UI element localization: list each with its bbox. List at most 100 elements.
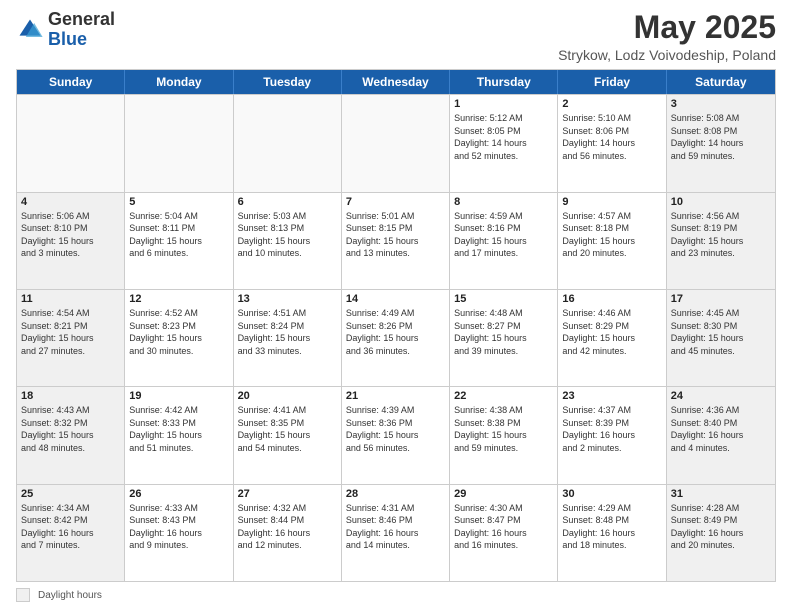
day-number: 14 xyxy=(346,293,445,305)
cal-header-friday: Friday xyxy=(558,70,666,94)
calendar-week-3: 11Sunrise: 4:54 AM Sunset: 8:21 PM Dayli… xyxy=(17,289,775,386)
cal-cell-9: 9 Sunrise: 4:57 AM Sunset: 8:18 PM Daylig… xyxy=(558,193,666,289)
day-number: 15 xyxy=(454,293,553,305)
logo: General Blue xyxy=(16,10,115,50)
cell-info: Sunrise: 4:31 AM Sunset: 8:46 PM Dayligh… xyxy=(346,502,445,552)
cal-cell-10: 10 Sunrise: 4:56 AM Sunset: 8:19 PM Dayli… xyxy=(667,193,775,289)
cal-cell-16: 16 Sunrise: 4:46 AM Sunset: 8:29 PM Dayli… xyxy=(558,290,666,386)
cal-cell-26: 26Sunrise: 4:33 AM Sunset: 8:43 PM Dayli… xyxy=(125,485,233,581)
logo-text: General Blue xyxy=(48,10,115,50)
cal-header-thursday: Thursday xyxy=(450,70,558,94)
day-number: 9 xyxy=(562,196,661,208)
day-number: 8 xyxy=(454,196,553,208)
header: General Blue May 2025 Strykow, Lodz Voiv… xyxy=(16,10,776,63)
day-number: 21 xyxy=(346,390,445,402)
cal-cell-8: 8 Sunrise: 4:59 AM Sunset: 8:16 PM Daylig… xyxy=(450,193,558,289)
cal-cell-29: 29Sunrise: 4:30 AM Sunset: 8:47 PM Dayli… xyxy=(450,485,558,581)
calendar-week-4: 18Sunrise: 4:43 AM Sunset: 8:32 PM Dayli… xyxy=(17,386,775,483)
calendar-week-1: 1 Sunrise: 5:12 AM Sunset: 8:05 PM Daylig… xyxy=(17,94,775,191)
cal-header-sunday: Sunday xyxy=(17,70,125,94)
day-number: 12 xyxy=(129,293,228,305)
day-number: 20 xyxy=(238,390,337,402)
day-number: 4 xyxy=(21,196,120,208)
cell-info: Sunrise: 4:46 AM Sunset: 8:29 PM Dayligh… xyxy=(562,307,661,357)
day-number: 10 xyxy=(671,196,771,208)
logo-general-text: General xyxy=(48,9,115,29)
cell-info: Sunrise: 4:28 AM Sunset: 8:49 PM Dayligh… xyxy=(671,502,771,552)
footer: Daylight hours xyxy=(16,588,776,602)
cell-info: Sunrise: 5:12 AM Sunset: 8:05 PM Dayligh… xyxy=(454,112,553,162)
cell-info: Sunrise: 5:01 AM Sunset: 8:15 PM Dayligh… xyxy=(346,210,445,260)
cell-info: Sunrise: 4:33 AM Sunset: 8:43 PM Dayligh… xyxy=(129,502,228,552)
day-number: 28 xyxy=(346,488,445,500)
day-number: 23 xyxy=(562,390,661,402)
cal-cell-5: 5 Sunrise: 5:04 AM Sunset: 8:11 PM Daylig… xyxy=(125,193,233,289)
day-number: 24 xyxy=(671,390,771,402)
calendar-header-row: SundayMondayTuesdayWednesdayThursdayFrid… xyxy=(17,70,775,94)
cal-cell-28: 28 Sunrise: 4:31 AM Sunset: 8:46 PM Dayli… xyxy=(342,485,450,581)
day-number: 3 xyxy=(671,98,771,110)
cal-cell-30: 30 Sunrise: 4:29 AM Sunset: 8:48 PM Dayli… xyxy=(558,485,666,581)
cal-cell-7: 7 Sunrise: 5:01 AM Sunset: 8:15 PM Daylig… xyxy=(342,193,450,289)
day-number: 7 xyxy=(346,196,445,208)
logo-blue-text: Blue xyxy=(48,29,87,49)
cell-info: Sunrise: 4:49 AM Sunset: 8:26 PM Dayligh… xyxy=(346,307,445,357)
cell-info: Sunrise: 4:34 AM Sunset: 8:42 PM Dayligh… xyxy=(21,502,120,552)
day-number: 6 xyxy=(238,196,337,208)
cell-info: Sunrise: 4:51 AM Sunset: 8:24 PM Dayligh… xyxy=(238,307,337,357)
day-number: 1 xyxy=(454,98,553,110)
cell-info: Sunrise: 4:29 AM Sunset: 8:48 PM Dayligh… xyxy=(562,502,661,552)
cal-header-monday: Monday xyxy=(125,70,233,94)
calendar-week-5: 25 Sunrise: 4:34 AM Sunset: 8:42 PM Dayli… xyxy=(17,484,775,581)
cal-cell-12: 12Sunrise: 4:52 AM Sunset: 8:23 PM Dayli… xyxy=(125,290,233,386)
cell-info: Sunrise: 4:37 AM Sunset: 8:39 PM Dayligh… xyxy=(562,404,661,454)
cell-info: Sunrise: 4:42 AM Sunset: 8:33 PM Dayligh… xyxy=(129,404,228,454)
cell-info: Sunrise: 4:59 AM Sunset: 8:16 PM Dayligh… xyxy=(454,210,553,260)
day-number: 13 xyxy=(238,293,337,305)
cal-cell-1: 1 Sunrise: 5:12 AM Sunset: 8:05 PM Daylig… xyxy=(450,95,558,191)
cal-cell-27: 27Sunrise: 4:32 AM Sunset: 8:44 PM Dayli… xyxy=(234,485,342,581)
title-block: May 2025 Strykow, Lodz Voivodeship, Pola… xyxy=(558,10,776,63)
cell-info: Sunrise: 4:41 AM Sunset: 8:35 PM Dayligh… xyxy=(238,404,337,454)
day-number: 18 xyxy=(21,390,120,402)
cal-cell-17: 17Sunrise: 4:45 AM Sunset: 8:30 PM Dayli… xyxy=(667,290,775,386)
day-number: 19 xyxy=(129,390,228,402)
cal-cell-31: 31 Sunrise: 4:28 AM Sunset: 8:49 PM Dayli… xyxy=(667,485,775,581)
cal-cell-empty-0-0 xyxy=(17,95,125,191)
day-number: 16 xyxy=(562,293,661,305)
cal-cell-empty-0-2 xyxy=(234,95,342,191)
cal-cell-3: 3 Sunrise: 5:08 AM Sunset: 8:08 PM Daylig… xyxy=(667,95,775,191)
daylight-label: Daylight hours xyxy=(38,590,102,601)
day-number: 30 xyxy=(562,488,661,500)
day-number: 29 xyxy=(454,488,553,500)
cell-info: Sunrise: 4:57 AM Sunset: 8:18 PM Dayligh… xyxy=(562,210,661,260)
cell-info: Sunrise: 5:10 AM Sunset: 8:06 PM Dayligh… xyxy=(562,112,661,162)
cell-info: Sunrise: 5:08 AM Sunset: 8:08 PM Dayligh… xyxy=(671,112,771,162)
cell-info: Sunrise: 5:03 AM Sunset: 8:13 PM Dayligh… xyxy=(238,210,337,260)
day-number: 25 xyxy=(21,488,120,500)
cal-cell-2: 2 Sunrise: 5:10 AM Sunset: 8:06 PM Daylig… xyxy=(558,95,666,191)
day-number: 31 xyxy=(671,488,771,500)
day-number: 2 xyxy=(562,98,661,110)
day-number: 27 xyxy=(238,488,337,500)
cell-info: Sunrise: 4:38 AM Sunset: 8:38 PM Dayligh… xyxy=(454,404,553,454)
cell-info: Sunrise: 5:04 AM Sunset: 8:11 PM Dayligh… xyxy=(129,210,228,260)
cal-cell-23: 23 Sunrise: 4:37 AM Sunset: 8:39 PM Dayli… xyxy=(558,387,666,483)
cell-info: Sunrise: 4:56 AM Sunset: 8:19 PM Dayligh… xyxy=(671,210,771,260)
day-number: 22 xyxy=(454,390,553,402)
cell-info: Sunrise: 4:39 AM Sunset: 8:36 PM Dayligh… xyxy=(346,404,445,454)
cal-cell-13: 13 Sunrise: 4:51 AM Sunset: 8:24 PM Dayli… xyxy=(234,290,342,386)
cal-header-wednesday: Wednesday xyxy=(342,70,450,94)
cal-cell-empty-0-1 xyxy=(125,95,233,191)
cal-cell-21: 21 Sunrise: 4:39 AM Sunset: 8:36 PM Dayli… xyxy=(342,387,450,483)
cal-header-saturday: Saturday xyxy=(667,70,775,94)
cell-info: Sunrise: 4:54 AM Sunset: 8:21 PM Dayligh… xyxy=(21,307,120,357)
cell-info: Sunrise: 4:36 AM Sunset: 8:40 PM Dayligh… xyxy=(671,404,771,454)
month-title: May 2025 xyxy=(558,10,776,45)
cal-cell-19: 19 Sunrise: 4:42 AM Sunset: 8:33 PM Dayli… xyxy=(125,387,233,483)
cal-header-tuesday: Tuesday xyxy=(234,70,342,94)
cal-cell-15: 15Sunrise: 4:48 AM Sunset: 8:27 PM Dayli… xyxy=(450,290,558,386)
page: General Blue May 2025 Strykow, Lodz Voiv… xyxy=(0,0,792,612)
day-number: 5 xyxy=(129,196,228,208)
cal-cell-20: 20 Sunrise: 4:41 AM Sunset: 8:35 PM Dayli… xyxy=(234,387,342,483)
